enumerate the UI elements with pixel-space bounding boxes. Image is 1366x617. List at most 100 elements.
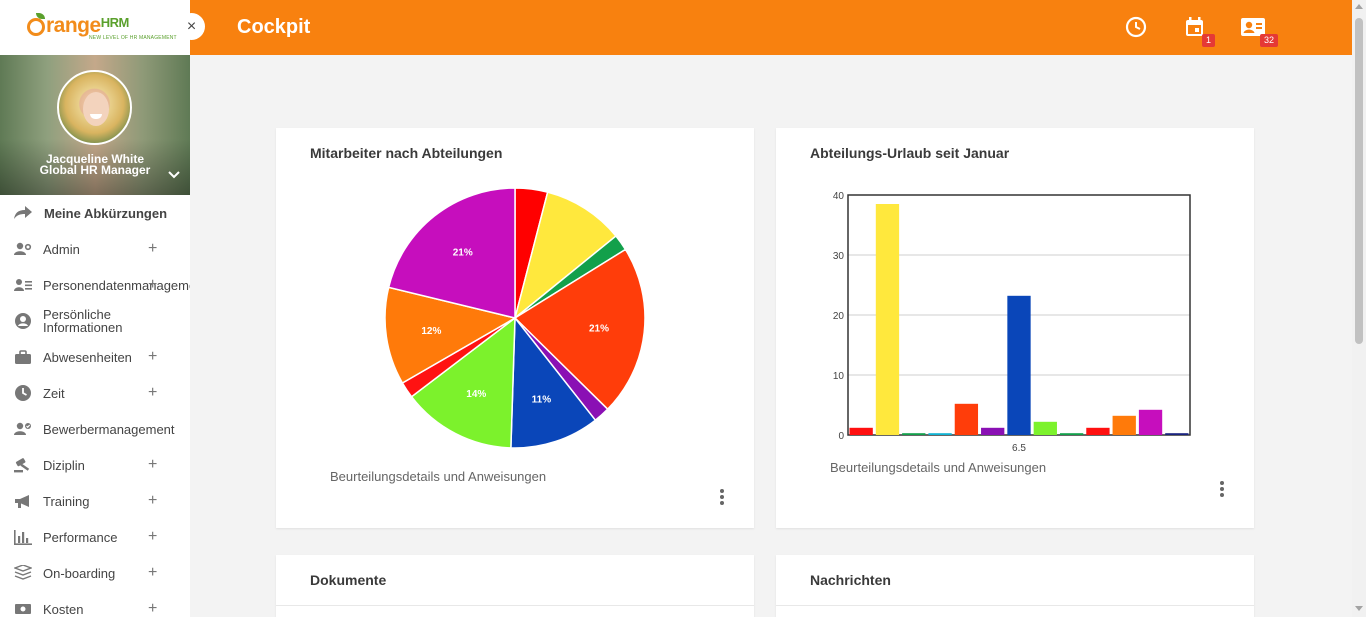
bar[interactable] [902, 433, 926, 435]
menu-label-shortcuts: Meine Abkürzungen [44, 205, 168, 221]
pie-slice-label: 21% [589, 323, 609, 334]
y-tick-label: 20 [833, 311, 845, 322]
menu-item-label: Bewerbermanagement [43, 421, 175, 437]
clock-icon[interactable] [1125, 16, 1147, 38]
menu-item-performance[interactable]: Performance + [0, 519, 190, 555]
bar-caption[interactable]: Beurteilungsdetails und Anweisungen [830, 460, 1046, 475]
menu-item-diziplin[interactable]: Diziplin + [0, 447, 190, 483]
menu-item-kosten[interactable]: Kosten + [0, 591, 190, 617]
y-tick-label: 10 [833, 371, 845, 382]
pie-chart: 21% 11% 14% 12% 21% [384, 187, 646, 449]
logo-tagline: NEW LEVEL OF HR MANAGEMENT [89, 35, 177, 41]
gavel-icon [14, 456, 32, 474]
profile-banner: Jacqueline White Global HR Manager [0, 55, 190, 195]
bar-chart: 0 10 20 30 40 6.5 [833, 191, 1191, 454]
bar-chart-icon [14, 528, 32, 546]
logo-area: rangeHRM NEW LEVEL OF HR MANAGEMENT [0, 0, 190, 55]
card-title: Abteilungs-Urlaub seit Januar [810, 145, 1010, 161]
expand-plus-icon[interactable]: + [148, 564, 157, 582]
bar[interactable] [1138, 409, 1163, 435]
contacts-badge: 32 [1260, 34, 1279, 47]
menu-item-personendatenmanagement[interactable]: Personendatenmanagement+ [0, 267, 190, 303]
calendar-badge: 1 [1202, 34, 1216, 47]
expand-plus-icon[interactable]: + [148, 528, 157, 546]
money-icon [14, 600, 32, 617]
menu-item-on-boarding[interactable]: On-boarding + [0, 555, 190, 591]
menu-item-admin[interactable]: Admin + [0, 231, 190, 267]
expand-plus-icon[interactable]: + [148, 276, 157, 294]
scroll-up-icon[interactable] [1355, 4, 1363, 9]
close-sidebar-button[interactable]: × [178, 13, 205, 40]
card-divider [776, 605, 1254, 606]
expand-plus-icon[interactable]: + [148, 240, 157, 258]
bar[interactable] [954, 403, 979, 435]
page-title: Cockpit [237, 16, 311, 38]
menu-item-shortcuts[interactable]: Meine Abkürzungen [0, 195, 190, 231]
bar[interactable] [928, 433, 952, 435]
menu-item-zeit[interactable]: Zeit + [0, 375, 190, 411]
profile-role: Global HR Manager [39, 163, 151, 177]
menu-item-abwesenheiten[interactable]: Abwesenheiten + [0, 339, 190, 375]
card-title: Mitarbeiter nach Abteilungen [310, 145, 503, 161]
x-tick-label: 6.5 [1012, 443, 1026, 454]
menu-item-label: Zeit [43, 385, 65, 401]
messages-card: Nachrichten [776, 555, 1254, 617]
avatar[interactable] [57, 70, 132, 145]
bar[interactable] [1059, 433, 1084, 435]
expand-plus-icon[interactable]: + [148, 492, 157, 510]
user-check-icon [14, 420, 32, 438]
menu-item-training[interactable]: Training + [0, 483, 190, 519]
page-scrollbar[interactable] [1352, 0, 1366, 617]
logo-o-mark [27, 18, 45, 36]
layers-icon [14, 564, 32, 582]
avatar-face [83, 92, 109, 126]
users-gear-icon [14, 240, 32, 258]
kebab-menu-icon[interactable] [719, 489, 725, 507]
bar[interactable] [1007, 295, 1031, 435]
kebab-menu-icon[interactable] [1219, 481, 1225, 499]
menu-item-bewerbermanagement[interactable]: Bewerbermanagement [0, 411, 190, 447]
menu-item-label: Persönliche Informationen [43, 307, 123, 335]
pie-caption[interactable]: Beurteilungsdetails und Anweisungen [330, 469, 546, 484]
pie-slice-label: 14% [466, 389, 486, 400]
bar[interactable] [1165, 433, 1189, 435]
menu-item-label: Performance [43, 529, 118, 545]
menu-item-label: Abwesenheiten [43, 349, 132, 365]
pie-slice-label: 12% [421, 326, 441, 337]
bar[interactable] [849, 427, 873, 435]
expand-plus-icon[interactable]: + [148, 384, 157, 402]
sidebar: rangeHRM NEW LEVEL OF HR MANAGEMENT Jacq… [0, 0, 190, 617]
card-title: Dokumente [310, 572, 387, 588]
megaphone-icon [14, 492, 32, 510]
pie-slice-label: 11% [532, 394, 552, 405]
user-list-icon [14, 276, 32, 294]
user-circle-icon [14, 312, 32, 330]
expand-plus-icon[interactable]: + [148, 600, 157, 617]
orangehrm-logo[interactable]: rangeHRM NEW LEVEL OF HR MANAGEMENT [27, 12, 177, 46]
menu-item-label: Personendatenmanagement [43, 277, 190, 293]
briefcase-icon [14, 348, 32, 366]
top-header: Cockpit 1 32 [190, 0, 1352, 55]
expand-plus-icon[interactable]: + [148, 456, 157, 474]
bar[interactable] [981, 427, 1005, 435]
bar[interactable] [875, 204, 900, 435]
menu-item-persönliche-informationen[interactable]: Persönliche Informationen [0, 303, 190, 339]
bar[interactable] [1086, 427, 1110, 435]
expand-plus-icon[interactable]: + [148, 348, 157, 366]
card-title: Nachrichten [810, 572, 891, 588]
scrollbar-thumb[interactable] [1355, 18, 1363, 344]
menu-item-label: Admin [43, 241, 80, 257]
scroll-down-icon[interactable] [1355, 606, 1363, 611]
menu-item-label: On-boarding [43, 565, 116, 581]
y-tick-label: 0 [838, 431, 844, 442]
bar[interactable] [1112, 415, 1136, 435]
main-menu: Meine Abkürzungen Admin + Personendatenman… [0, 195, 190, 617]
department-leave-card: Abteilungs-Urlaub seit Januar 0 10 20 30 40 6… [776, 128, 1254, 528]
menu-item-label: Diziplin [43, 457, 85, 473]
employees-by-department-card: Mitarbeiter nach Abteilungen 21% 11% 14% 12… [276, 128, 754, 528]
y-tick-label: 40 [833, 191, 845, 202]
documents-card: Dokumente [276, 555, 754, 617]
y-tick-label: 30 [833, 251, 845, 262]
bar[interactable] [1033, 421, 1057, 435]
card-divider [276, 605, 754, 606]
